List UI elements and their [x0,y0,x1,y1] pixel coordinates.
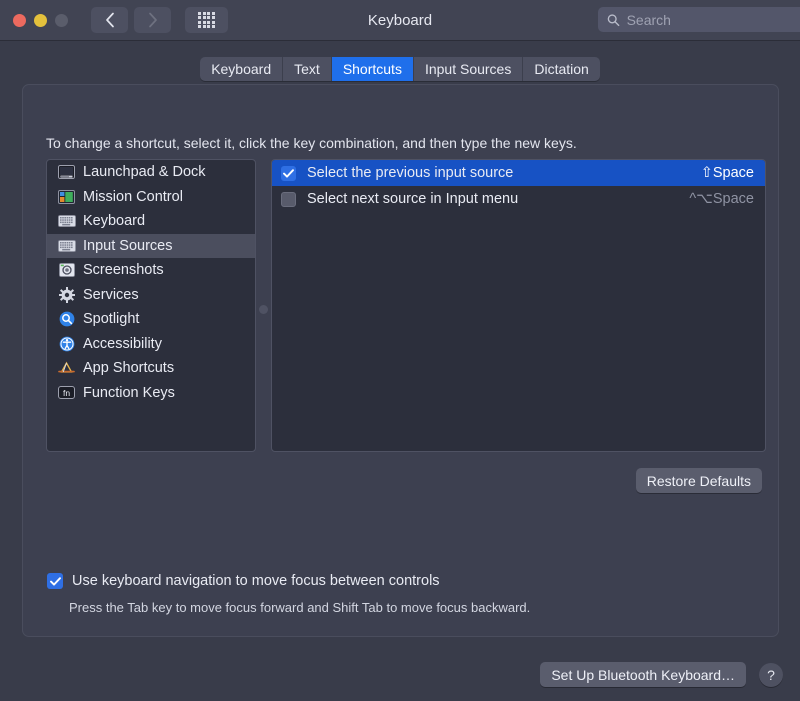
sidebar-item-spotlight[interactable]: Spotlight [47,307,255,332]
sidebar-item-label: Input Sources [83,238,172,254]
restore-defaults-container: Restore Defaults [636,468,762,493]
keyboard-navigation-label: Use keyboard navigation to move focus be… [72,573,440,589]
split-view: Launchpad & Dock Mission Control [46,159,766,452]
shortcut-keys[interactable]: ⇧Space [701,165,754,181]
tab-dictation[interactable]: Dictation [523,57,599,81]
sidebar-item-input-sources[interactable]: Input Sources [47,234,255,259]
shortcut-label: Select the previous input source [307,165,701,181]
sidebar-item-keyboard[interactable]: Keyboard [47,209,255,234]
split-view-handle[interactable] [259,305,268,314]
sidebar-item-label: Function Keys [83,385,175,401]
shortcut-checkbox[interactable] [281,166,296,181]
svg-text:fn: fn [63,388,70,398]
spotlight-icon [57,312,76,327]
shortcut-checkbox[interactable] [281,192,296,207]
show-all-button[interactable] [185,7,228,33]
sidebar-item-label: Mission Control [83,189,183,205]
navigation-buttons [91,7,171,33]
chevron-right-icon [148,12,158,28]
input-sources-icon [57,238,76,253]
sidebar-item-function-keys[interactable]: fn Function Keys [47,381,255,406]
split-view-divider[interactable] [256,159,271,452]
maximize-button [55,14,68,27]
mission-control-icon [57,189,76,204]
sidebar-item-label: Services [83,287,139,303]
sidebar-item-services[interactable]: Services [47,283,255,308]
app-shortcuts-icon [57,361,76,376]
tab-input-sources[interactable]: Input Sources [414,57,523,81]
forward-button [134,7,171,33]
sidebar-item-label: Spotlight [83,311,139,327]
sidebar-item-mission-control[interactable]: Mission Control [47,185,255,210]
shortcut-list[interactable]: Select the previous input source ⇧Space … [271,159,766,452]
sidebar-item-accessibility[interactable]: Accessibility [47,332,255,357]
back-button[interactable] [91,7,128,33]
sidebar-item-label: Screenshots [83,262,164,278]
search-field[interactable] [598,7,800,32]
keyboard-navigation-note: Press the Tab key to move focus forward … [69,600,530,615]
keyboard-navigation-row[interactable]: Use keyboard navigation to move focus be… [47,573,440,589]
chevron-left-icon [105,12,115,28]
sidebar-item-label: Accessibility [83,336,162,352]
shortcut-label: Select next source in Input menu [307,191,689,207]
keyboard-navigation-checkbox[interactable] [47,573,63,589]
shortcut-row[interactable]: Select the previous input source ⇧Space [272,160,765,186]
services-gear-icon [57,287,76,302]
function-keys-icon: fn [57,385,76,400]
help-button[interactable]: ? [759,663,783,687]
sidebar-item-label: Launchpad & Dock [83,164,206,180]
window-footer: Set Up Bluetooth Keyboard… ? [540,662,783,687]
keyboard-icon [57,214,76,229]
set-up-bluetooth-keyboard-button[interactable]: Set Up Bluetooth Keyboard… [540,662,746,687]
traffic-lights [13,14,68,27]
minimize-button[interactable] [34,14,47,27]
window-titlebar: Keyboard [0,0,800,41]
tab-text[interactable]: Text [283,57,332,81]
tab-bar: Keyboard Text Shortcuts Input Sources Di… [200,57,600,81]
sidebar-item-app-shortcuts[interactable]: App Shortcuts [47,356,255,381]
search-icon [607,13,620,27]
close-button[interactable] [13,14,26,27]
shortcuts-panel: To change a shortcut, select it, click t… [22,84,779,637]
tab-shortcuts[interactable]: Shortcuts [332,57,414,81]
tab-bar-container: Keyboard Text Shortcuts Input Sources Di… [0,57,800,81]
restore-defaults-button[interactable]: Restore Defaults [636,468,762,493]
sidebar-item-label: Keyboard [83,213,145,229]
grid-view-icon [198,12,215,29]
sidebar-item-label: App Shortcuts [83,360,174,376]
launchpad-dock-icon [57,165,76,180]
checkmark-icon [50,577,61,586]
screenshots-icon [57,263,76,278]
checkmark-icon [283,169,294,178]
shortcut-row[interactable]: Select next source in Input menu ^⌥Space [272,186,765,212]
shortcut-keys[interactable]: ^⌥Space [689,191,754,207]
accessibility-icon [57,336,76,351]
tab-keyboard[interactable]: Keyboard [200,57,283,81]
sidebar-item-screenshots[interactable]: Screenshots [47,258,255,283]
shortcut-category-list[interactable]: Launchpad & Dock Mission Control [46,159,256,452]
search-input[interactable] [627,12,800,28]
instruction-text: To change a shortcut, select it, click t… [46,135,577,151]
sidebar-item-launchpad-dock[interactable]: Launchpad & Dock [47,160,255,185]
